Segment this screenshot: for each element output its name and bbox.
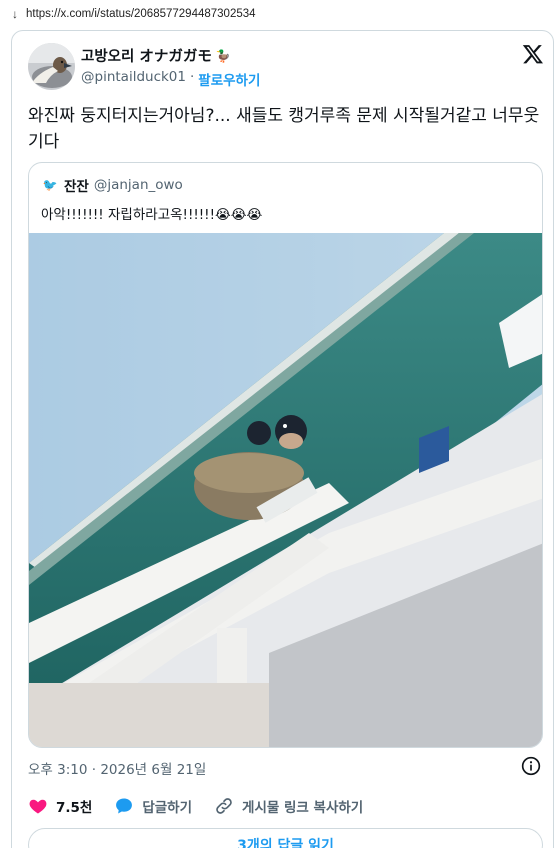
down-arrow-icon[interactable]: ↓ xyxy=(12,7,18,21)
quoted-tweet-header: 🐦 잔잔 @janjan_owo xyxy=(41,175,183,195)
like-count: 7.5천 xyxy=(56,800,93,816)
browser-url-bar[interactable]: ↓ https://x.com/i/status/206857729448730… xyxy=(0,0,554,28)
follow-button[interactable]: 팔로우하기 xyxy=(198,69,260,89)
reply-bubble-icon xyxy=(116,798,133,814)
x-logo-icon[interactable] xyxy=(522,43,544,65)
quoted-author-handle[interactable]: @janjan_owo xyxy=(94,177,183,193)
url-text[interactable]: https://x.com/i/status/20685772944873025… xyxy=(26,8,256,20)
swallow-nest-photo[interactable] xyxy=(29,233,543,748)
author-avatar[interactable] xyxy=(28,43,75,90)
handle-separator: · xyxy=(190,69,195,85)
read-replies-button[interactable]: 3개의 답글 읽기 xyxy=(28,828,543,848)
link-icon xyxy=(216,798,232,814)
quoted-author-name[interactable]: 잔잔 xyxy=(64,175,89,195)
author-name-text[interactable]: 고방오리 オナガガモ xyxy=(81,45,212,66)
tweet-text: 와진짜 둥지터지는거아님?... 새들도 캥거루족 문제 시작될거같고 너무웃기… xyxy=(28,106,540,152)
info-icon[interactable] xyxy=(521,756,541,776)
author-handle[interactable]: @pintailduck01 xyxy=(81,69,186,89)
quoted-tweet[interactable]: 🐦 잔잔 @janjan_owo 아악!!!!!!! 자립하라고옥!!!!!!😭… xyxy=(28,162,543,748)
duck-icon: 🦆 xyxy=(215,48,231,63)
quoted-tweet-text: 아악!!!!!!! 자립하라고옥!!!!!!😭😭😭 xyxy=(41,207,263,223)
tweet-timestamp[interactable]: 오후 3:10 · 2026년 6월 21일 xyxy=(28,758,206,778)
reply-button[interactable]: 답글하기 xyxy=(114,796,192,816)
author-handle-row: @pintailduck01 · 팔로우하기 xyxy=(81,69,260,89)
author-name[interactable]: 고방오리 オナガガモ 🦆 xyxy=(81,45,231,66)
tweet-actions: 7.5천 답글하기 게시물 링크 복사하기 xyxy=(28,796,385,816)
reply-label: 답글하기 xyxy=(142,800,193,816)
like-button[interactable]: 7.5천 xyxy=(28,796,92,816)
copy-link-button[interactable]: 게시물 링크 복사하기 xyxy=(214,796,363,816)
tweet-embed-card: 고방오리 オナガガモ 🦆 @pintailduck01 · 팔로우하기 와진짜 … xyxy=(11,30,554,848)
heart-icon xyxy=(29,799,47,814)
quoted-author-avatar[interactable]: 🐦 xyxy=(41,176,59,194)
copy-link-label: 게시물 링크 복사하기 xyxy=(242,800,364,816)
